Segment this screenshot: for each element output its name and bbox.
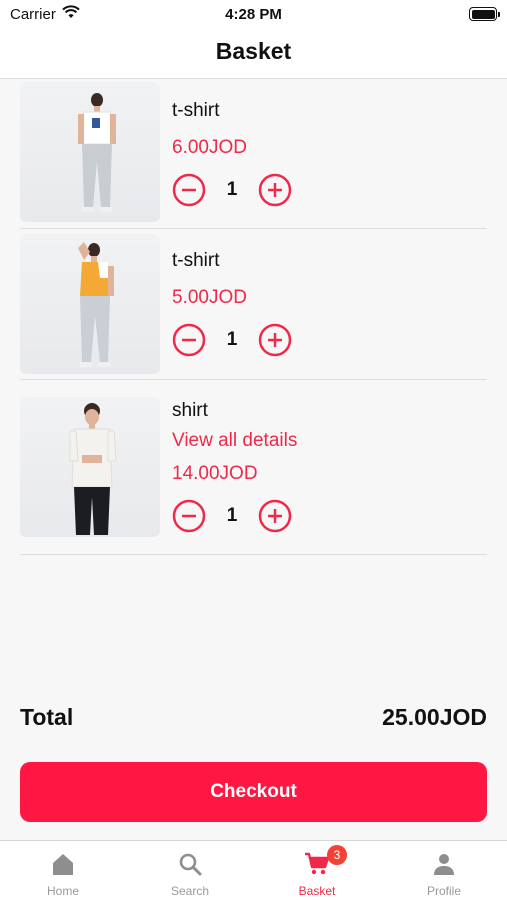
tab-bar: Home Search 3 Basket Profile (0, 840, 507, 900)
quantity-value: 1 (226, 179, 238, 200)
plus-button[interactable] (258, 499, 292, 533)
plus-button[interactable] (258, 173, 292, 207)
status-bar: Carrier 4:28 PM (0, 0, 507, 28)
quantity-value: 1 (226, 329, 238, 350)
basket-item: t-shirt 6.00JOD 1 (20, 80, 487, 229)
minus-button[interactable] (172, 173, 206, 207)
tab-profile[interactable]: Profile (381, 841, 507, 900)
product-image[interactable] (20, 234, 160, 374)
item-name: t-shirt (172, 250, 220, 271)
item-price: 6.00JOD (172, 137, 247, 158)
tab-label: Search (170, 884, 210, 898)
tab-basket[interactable]: 3 Basket (254, 841, 380, 900)
checkout-button[interactable]: Checkout (20, 762, 487, 822)
tab-search[interactable]: Search (127, 841, 253, 900)
item-name: shirt (172, 400, 208, 421)
page-title: Basket (215, 38, 292, 64)
total-label: Total (20, 704, 74, 730)
tab-label: Home (46, 884, 79, 898)
status-time: 4:28 PM (225, 6, 282, 23)
tab-label: Basket (298, 884, 336, 898)
tab-home[interactable]: Home (0, 841, 126, 900)
home-icon (53, 854, 73, 875)
product-photo-icon (78, 242, 114, 367)
quantity-stepper: 1 (172, 173, 292, 207)
basket-item: shirt View all details 14.00JOD 1 (20, 380, 487, 555)
total-value: 25.00JOD (382, 704, 487, 730)
item-price: 5.00JOD (172, 287, 247, 308)
product-photo-icon (78, 93, 116, 212)
minus-button[interactable] (172, 323, 206, 357)
tab-label: Profile (426, 884, 461, 898)
quantity-value: 1 (226, 505, 238, 526)
view-details-link[interactable]: View all details (172, 430, 297, 452)
total-row: Total 25.00JOD (20, 704, 487, 736)
quantity-stepper: 1 (172, 323, 292, 357)
cart-count-badge: 3 (327, 845, 347, 865)
nav-header: Basket (0, 28, 507, 79)
product-image[interactable] (20, 82, 160, 222)
item-name: t-shirt (172, 100, 220, 121)
plus-button[interactable] (258, 323, 292, 357)
battery-icon (469, 7, 500, 21)
basket-item: t-shirt 5.00JOD 1 (20, 230, 487, 380)
quantity-stepper: 1 (172, 499, 292, 533)
item-price: 14.00JOD (172, 463, 258, 484)
profile-icon (434, 854, 454, 875)
search-icon (179, 853, 202, 876)
minus-button[interactable] (172, 499, 206, 533)
product-image[interactable] (20, 397, 160, 537)
product-photo-icon (69, 403, 117, 535)
